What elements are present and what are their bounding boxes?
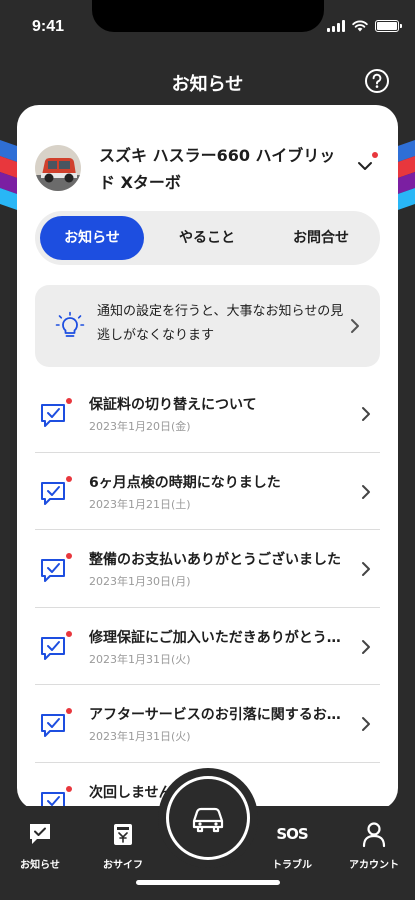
app-header: お知らせ	[0, 62, 415, 102]
message-check-icon	[41, 636, 65, 660]
question-circle-icon[interactable]	[364, 68, 390, 94]
wallet-icon	[114, 824, 132, 845]
nav-trouble[interactable]: SOS トラブル	[257, 820, 327, 871]
nav-label: おサイフ	[103, 860, 143, 871]
home-indicator	[136, 880, 280, 885]
nav-label: お知らせ	[20, 860, 60, 871]
chevron-right-icon	[351, 319, 359, 333]
banner-text: 通知の設定を行うと、大事なお知らせの見逃しがなくなります	[97, 304, 344, 343]
list-item[interactable]: 保証料の切り替えについて 2023年1月20日(金)	[35, 375, 380, 453]
list-item[interactable]: 整備のお支払いありがとうございました 2023年1月30日(月)	[35, 530, 380, 608]
nav-wallet[interactable]: おサイフ	[88, 820, 158, 871]
signal-icon	[327, 20, 345, 32]
page-title: お知らせ	[171, 74, 244, 95]
chevron-right-icon	[362, 407, 370, 421]
message-check-icon	[41, 559, 65, 582]
notification-list: 保証料の切り替えについて 2023年1月20日(金) 6ヶ月点検の時期になりまし…	[35, 375, 380, 810]
item-date: 2023年1月20日(金)	[89, 420, 191, 433]
device-notch	[92, 0, 324, 32]
unread-dot	[66, 630, 72, 637]
item-title: 修理保証にご加入いただきありがとうございます	[89, 629, 341, 646]
lightbulb-icon	[55, 311, 85, 337]
chevron-right-icon	[362, 639, 370, 654]
nav-label: トラブル	[272, 860, 312, 871]
nav-account[interactable]: アカウント	[339, 820, 409, 871]
wifi-icon	[352, 20, 368, 32]
status-icons	[327, 20, 402, 32]
tab-inquiries[interactable]: お問合せ	[269, 216, 373, 260]
message-check-icon	[41, 714, 65, 737]
main-card: スズキ ハスラー660 ハイブリッド Xターボ お知らせ やること お問合せ 通…	[17, 105, 398, 810]
unread-dot	[66, 475, 72, 482]
notification-settings-banner[interactable]: 通知の設定を行うと、大事なお知らせの見逃しがなくなります	[35, 285, 380, 367]
segment-tabs: お知らせ やること お問合せ	[35, 211, 380, 265]
vehicle-selector[interactable]: スズキ ハスラー660 ハイブリッド Xターボ	[17, 135, 398, 205]
list-item[interactable]: 6ヶ月点検の時期になりました 2023年1月21日(土)	[35, 453, 380, 530]
unread-dot	[66, 398, 72, 404]
chevron-right-icon	[362, 717, 370, 731]
item-title: 6ヶ月点検の時期になりました	[89, 474, 281, 491]
bottom-tab-bar: お知らせ おサイフ SOS トラブル アカウント	[0, 768, 415, 900]
unread-dot	[66, 785, 72, 792]
tab-notifications[interactable]: お知らせ	[40, 216, 144, 260]
status-bar: 9:41	[0, 0, 415, 52]
tab-todo[interactable]: やること	[155, 216, 259, 260]
item-date: 2023年1月21日(土)	[89, 497, 191, 511]
item-date: 2023年1月31日(火)	[89, 730, 191, 743]
notification-icon	[30, 824, 50, 844]
nav-label: アカウント	[349, 860, 399, 871]
battery-icon	[375, 20, 402, 32]
message-check-icon	[41, 481, 65, 505]
account-icon	[362, 822, 386, 848]
item-date: 2023年1月30日(月)	[89, 575, 191, 588]
item-title: 保証料の切り替えについて	[89, 397, 257, 413]
chevron-right-icon	[362, 562, 370, 576]
status-time: 9:41	[32, 18, 65, 35]
item-date: 2023年1月31日(火)	[89, 652, 191, 666]
item-title: アフターサービスのお引落に関するお知らせ	[89, 707, 341, 723]
nav-notifications[interactable]: お知らせ	[5, 820, 75, 871]
sos-icon: SOS	[276, 825, 308, 843]
car-home-button[interactable]	[166, 776, 250, 860]
list-item[interactable]: アフターサービスのお引落に関するお知らせ 2023年1月31日(火)	[35, 685, 380, 763]
vehicle-name: スズキ ハスラー660 ハイブリッド Xターボ	[99, 146, 336, 192]
unread-dot	[66, 708, 72, 714]
car-icon	[192, 807, 224, 833]
message-check-icon	[41, 404, 65, 427]
chevron-down-icon[interactable]	[356, 157, 374, 175]
list-item[interactable]: 修理保証にご加入いただきありがとうございます 2023年1月31日(火)	[35, 608, 380, 685]
unread-dot	[66, 553, 72, 559]
chevron-right-icon	[362, 484, 370, 499]
item-title: 整備のお支払いありがとうございました	[89, 552, 341, 568]
vehicle-avatar	[35, 145, 81, 191]
